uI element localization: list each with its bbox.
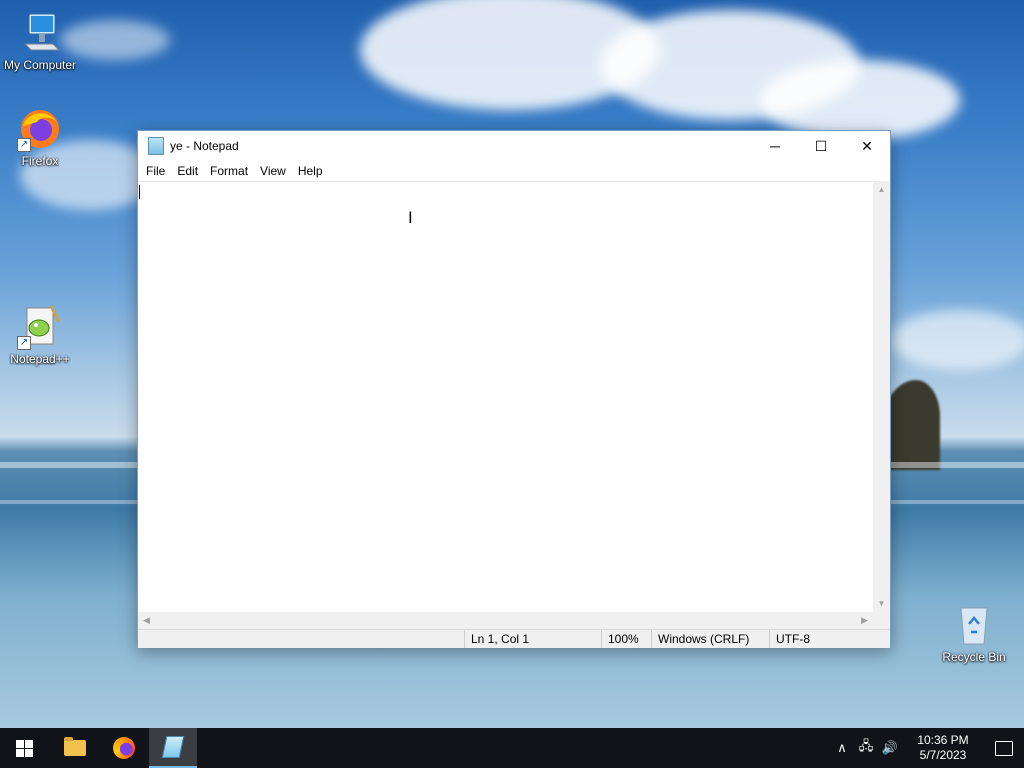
- desktop-icon-notepadpp[interactable]: ↗ Notepad++: [0, 304, 80, 366]
- status-encoding: UTF-8: [769, 630, 876, 648]
- firefox-icon: [113, 737, 135, 759]
- status-zoom: 100%: [601, 630, 652, 648]
- scrollbar-corner: [873, 612, 890, 629]
- ibeam-cursor-icon: I: [408, 208, 413, 227]
- folder-icon: [64, 737, 86, 756]
- title-bar[interactable]: ye - Notepad ─ ☐ ✕: [138, 131, 890, 161]
- clock[interactable]: 10:36 PM 5/7/2023: [910, 733, 976, 763]
- volume-icon[interactable]: 🔊: [878, 740, 902, 756]
- status-line-ending: Windows (CRLF): [651, 630, 768, 648]
- horizontal-scrollbar[interactable]: ◀ ▶: [138, 612, 873, 629]
- status-bar: Ln 1, Col 1 100% Windows (CRLF) UTF-8: [138, 629, 890, 648]
- menu-format[interactable]: Format: [204, 164, 254, 178]
- vertical-scrollbar[interactable]: ▲ ▼: [873, 181, 890, 612]
- notification-center-button[interactable]: [984, 728, 1024, 768]
- text-editor[interactable]: I: [138, 181, 873, 613]
- desktop-icon-label: Recycle Bin: [942, 650, 1006, 664]
- notification-icon: [995, 740, 1013, 756]
- shortcut-arrow-icon: ↗: [17, 138, 31, 152]
- close-button[interactable]: ✕: [844, 131, 890, 161]
- windows-logo-icon: [15, 739, 33, 757]
- menu-bar: File Edit Format View Help: [138, 161, 890, 181]
- computer-icon: [17, 10, 63, 56]
- taskbar-notepad[interactable]: [149, 728, 197, 768]
- clock-date: 5/7/2023: [919, 748, 967, 762]
- cloud: [760, 60, 960, 140]
- taskbar-file-explorer[interactable]: [51, 728, 99, 768]
- desktop-icon-my-computer[interactable]: My Computer: [0, 10, 80, 72]
- scroll-down-icon[interactable]: ▼: [873, 595, 890, 612]
- notepadpp-icon: ↗: [17, 304, 63, 350]
- desktop-icon-label: Notepad++: [10, 352, 70, 366]
- scroll-left-icon[interactable]: ◀: [138, 612, 155, 629]
- cloud: [890, 310, 1024, 370]
- scroll-right-icon[interactable]: ▶: [856, 612, 873, 629]
- status-position: Ln 1, Col 1: [464, 630, 601, 648]
- window-title: ye - Notepad: [170, 139, 239, 153]
- clock-time: 10:36 PM: [917, 733, 969, 747]
- system-tray: ∧ 🖧 🔊 10:36 PM 5/7/2023: [830, 728, 1024, 768]
- desktop-icon-label: Firefox: [21, 154, 59, 168]
- shortcut-arrow-icon: ↗: [17, 336, 31, 350]
- desktop-icon-label: My Computer: [3, 58, 77, 72]
- scroll-up-icon[interactable]: ▲: [873, 181, 890, 198]
- start-button[interactable]: [0, 728, 48, 768]
- menu-file[interactable]: File: [140, 164, 171, 178]
- notepad-window[interactable]: ye - Notepad ─ ☐ ✕ File Edit Format View…: [137, 130, 891, 648]
- text-caret: [139, 185, 140, 199]
- window-controls: ─ ☐ ✕: [752, 131, 890, 161]
- menu-help[interactable]: Help: [292, 164, 329, 178]
- desktop-icon-firefox[interactable]: ↗ Firefox: [0, 106, 80, 168]
- notepad-icon: [161, 736, 185, 758]
- taskbar-firefox[interactable]: [100, 728, 148, 768]
- chevron-up-icon[interactable]: ∧: [830, 740, 854, 756]
- maximize-button[interactable]: ☐: [798, 131, 844, 161]
- desktop-icon-recycle-bin[interactable]: Recycle Bin: [934, 602, 1014, 664]
- firefox-icon: ↗: [17, 106, 63, 152]
- minimize-button[interactable]: ─: [752, 131, 798, 161]
- network-icon[interactable]: 🖧: [854, 737, 878, 759]
- taskbar: ∧ 🖧 🔊 10:36 PM 5/7/2023: [0, 728, 1024, 768]
- menu-edit[interactable]: Edit: [171, 164, 204, 178]
- recycle-bin-icon: [951, 602, 997, 648]
- menu-view[interactable]: View: [254, 164, 292, 178]
- notepad-icon: [148, 137, 164, 155]
